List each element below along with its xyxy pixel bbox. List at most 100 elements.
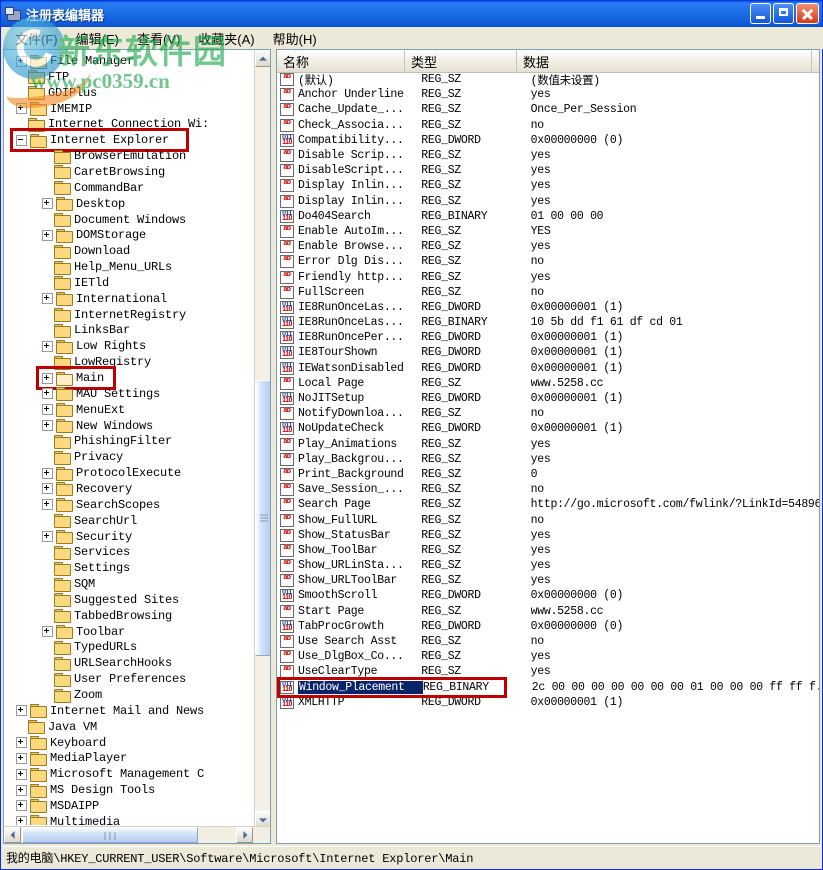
value-row[interactable]: abAnchor UnderlineREG_SZyes xyxy=(277,87,819,102)
tree-item[interactable]: New Windows xyxy=(42,418,153,434)
expand-icon[interactable] xyxy=(16,737,27,748)
expand-icon[interactable] xyxy=(42,531,53,542)
tree-item[interactable]: CommandBar xyxy=(42,180,144,196)
tree-item[interactable]: IETld xyxy=(42,275,109,291)
tree-item[interactable]: Download xyxy=(42,243,130,259)
tree-item[interactable]: TabbedBrowsing xyxy=(42,608,172,624)
expand-icon[interactable] xyxy=(42,468,53,479)
tree-item[interactable]: Security xyxy=(42,529,132,545)
value-row[interactable]: abFriendly http...REG_SZyes xyxy=(277,269,819,284)
tree-item[interactable]: PhishingFilter xyxy=(42,433,172,449)
tree-item[interactable]: MSDAIPP xyxy=(16,798,99,814)
tree-item[interactable]: BrowserEmulation xyxy=(42,148,186,164)
tree-item[interactable]: Recovery xyxy=(42,481,132,497)
tree-item[interactable]: MediaPlayer xyxy=(16,750,127,766)
expand-icon[interactable] xyxy=(16,785,27,796)
tree-item[interactable]: MAU Settings xyxy=(42,386,160,402)
value-row[interactable]: abEnable AutoIm...REG_SZYES xyxy=(277,224,819,239)
expand-icon[interactable] xyxy=(42,420,53,431)
value-row[interactable]: abEnable Browse...REG_SZyes xyxy=(277,239,819,254)
value-row[interactable]: abCache_Update_...REG_SZOnce_Per_Session xyxy=(277,102,819,117)
tree-item[interactable]: SQM xyxy=(42,576,95,592)
value-row[interactable]: abShow_StatusBarREG_SZyes xyxy=(277,528,819,543)
value-row[interactable]: 011110TabProcGrowthREG_DWORD0x00000000 (… xyxy=(277,619,819,634)
value-row[interactable]: 011110Compatibility...REG_DWORD0x0000000… xyxy=(277,133,819,148)
tree-item[interactable]: Microsoft Management C xyxy=(16,766,204,782)
tree-horizontal-scrollbar[interactable] xyxy=(4,826,270,843)
expand-icon[interactable] xyxy=(42,198,53,209)
value-row[interactable]: abPlay_AnimationsREG_SZyes xyxy=(277,437,819,452)
tree-item[interactable]: LinksBar xyxy=(42,322,130,338)
value-row[interactable]: 011110XMLHTTPREG_DWORD0x00000001 (1) xyxy=(277,695,819,710)
tree-item[interactable]: International xyxy=(42,291,167,307)
value-row[interactable]: abShow_FullURLREG_SZno xyxy=(277,512,819,527)
tree-item[interactable]: DOMStorage xyxy=(42,227,146,243)
tree-item[interactable]: ProtocolExecute xyxy=(42,465,181,481)
value-row[interactable]: abSave_Session_...REG_SZno xyxy=(277,482,819,497)
value-row[interactable]: 011110Do404SearchREG_BINARY01 00 00 00 xyxy=(277,209,819,224)
expand-icon[interactable] xyxy=(42,373,53,384)
value-row[interactable]: abPrint_BackgroundREG_SZ0 xyxy=(277,467,819,482)
minimize-button[interactable] xyxy=(750,3,771,24)
tree-item[interactable]: CaretBrowsing xyxy=(42,164,165,180)
menu-favorites[interactable]: 收藏夹(A) xyxy=(189,27,263,50)
value-row[interactable]: abShow_URLinSta...REG_SZyes xyxy=(277,558,819,573)
tree-item[interactable]: Internet Mail and News xyxy=(16,703,204,719)
value-row[interactable]: abDisplay Inlin...REG_SZyes xyxy=(277,194,819,209)
collapse-icon[interactable] xyxy=(16,135,27,146)
column-header-data[interactable]: 数据 xyxy=(517,50,812,72)
tree-item[interactable]: Toolbar xyxy=(42,624,125,640)
expand-icon[interactable] xyxy=(42,230,53,241)
tree-item[interactable]: Keyboard xyxy=(16,735,106,751)
tree-item[interactable]: InternetRegistry xyxy=(42,307,186,323)
tree-item[interactable]: Help_Menu_URLs xyxy=(42,259,172,275)
menu-edit[interactable]: 编辑(E) xyxy=(67,27,128,50)
expand-icon[interactable] xyxy=(42,341,53,352)
scroll-right-button[interactable] xyxy=(236,827,253,843)
menu-view[interactable]: 查看(V) xyxy=(128,27,189,50)
expand-icon[interactable] xyxy=(42,388,53,399)
value-row[interactable]: 011110Window_PlacementREG_BINARY2c 00 00… xyxy=(277,680,819,695)
tree-item[interactable]: Main xyxy=(42,370,104,386)
tree-item[interactable]: Java VM xyxy=(16,719,97,735)
expand-icon[interactable] xyxy=(42,293,53,304)
value-row[interactable]: abUse Search AsstREG_SZno xyxy=(277,634,819,649)
value-row[interactable]: abUseClearTypeREG_SZyes xyxy=(277,664,819,679)
close-button[interactable] xyxy=(796,3,819,24)
value-row[interactable]: abPlay_Backgrou...REG_SZyes xyxy=(277,452,819,467)
tree-item[interactable]: Internet Connection Wi: xyxy=(16,116,209,132)
tree-item[interactable]: SearchScopes xyxy=(42,497,160,513)
tree-vertical-scrollbar[interactable] xyxy=(254,50,270,828)
value-row[interactable]: abError Dlg Dis...REG_SZno xyxy=(277,254,819,269)
tree-item[interactable]: Multimedia xyxy=(16,814,120,825)
tree-item[interactable]: URLSearchHooks xyxy=(42,655,172,671)
tree-item[interactable]: User Preferences xyxy=(42,671,186,687)
expand-icon[interactable] xyxy=(16,769,27,780)
tree-item[interactable]: MenuExt xyxy=(42,402,125,418)
value-row[interactable]: abUse_DlgBox_Co...REG_SZyes xyxy=(277,649,819,664)
expand-icon[interactable] xyxy=(16,56,27,67)
registry-tree-pane[interactable]: File ManagerFTPGDIPlusIMEMIPInternet Con… xyxy=(3,49,271,844)
expand-icon[interactable] xyxy=(42,483,53,494)
value-row[interactable]: ab(默认)REG_SZ(数值未设置) xyxy=(277,72,819,87)
expand-icon[interactable] xyxy=(16,705,27,716)
value-row[interactable]: 011110IE8RunOncePer...REG_DWORD0x0000000… xyxy=(277,330,819,345)
tree-item[interactable]: Document Windows xyxy=(42,212,186,228)
tree-item[interactable]: LowRegistry xyxy=(42,354,151,370)
tree-item[interactable]: File Manager xyxy=(16,53,134,69)
column-header-name[interactable]: 名称 xyxy=(277,50,405,72)
value-row[interactable]: abNotifyDownloa...REG_SZno xyxy=(277,406,819,421)
value-row[interactable]: abSearch PageREG_SZhttp://go.microsoft.c… xyxy=(277,497,819,512)
expand-icon[interactable] xyxy=(16,103,27,114)
tree-hscroll-thumb[interactable] xyxy=(22,827,198,843)
value-row[interactable]: abShow_URLToolBarREG_SZyes xyxy=(277,573,819,588)
value-row[interactable]: 011110NoJITSetupREG_DWORD0x00000001 (1) xyxy=(277,391,819,406)
menu-help[interactable]: 帮助(H) xyxy=(264,27,326,50)
value-row[interactable]: abLocal PageREG_SZwww.5258.cc xyxy=(277,376,819,391)
tree-item[interactable]: FTP xyxy=(16,69,69,85)
value-row[interactable]: 011110SmoothScrollREG_DWORD0x00000000 (0… xyxy=(277,588,819,603)
tree-scroll-thumb[interactable] xyxy=(255,380,271,656)
tree-item[interactable]: Low Rights xyxy=(42,338,146,354)
expand-icon[interactable] xyxy=(16,816,27,825)
value-row[interactable]: abStart PageREG_SZwww.5258.cc xyxy=(277,604,819,619)
